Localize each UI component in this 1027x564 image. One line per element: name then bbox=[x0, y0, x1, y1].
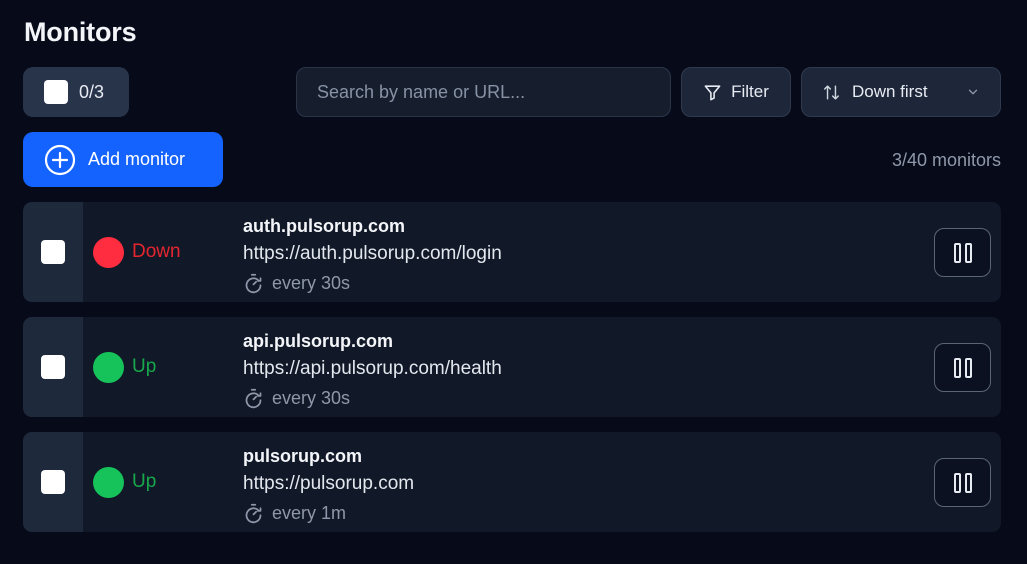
status-label: Up bbox=[132, 356, 157, 377]
selected-count: 0/3 bbox=[79, 81, 105, 102]
row-select-cell bbox=[23, 317, 83, 417]
interval-label: every 1m bbox=[272, 503, 347, 523]
pause-icon bbox=[952, 242, 974, 263]
page-title: Monitors bbox=[24, 17, 137, 47]
row-checkbox[interactable] bbox=[41, 470, 65, 494]
add-monitor-label: Add monitor bbox=[88, 149, 186, 169]
sort-select[interactable]: Down first bbox=[801, 67, 1001, 117]
monitor-url: https://api.pulsorup.com/health bbox=[243, 358, 502, 379]
monitor-name: pulsorup.com bbox=[243, 446, 363, 466]
monitor-info: pulsorup.com https://pulsorup.com every … bbox=[243, 443, 414, 527]
timer-icon bbox=[243, 273, 264, 294]
status-up-dot bbox=[93, 466, 124, 498]
monitors-count: 3/40 monitors bbox=[891, 150, 1001, 170]
pause-button[interactable] bbox=[934, 343, 991, 392]
status-up-dot bbox=[93, 351, 124, 383]
status-badge: Down bbox=[93, 202, 181, 302]
filter-label: Filter bbox=[731, 82, 769, 101]
monitor-interval: every 1m bbox=[243, 499, 414, 527]
row-select-cell bbox=[23, 202, 83, 302]
timer-icon bbox=[243, 503, 264, 524]
sort-arrows-icon bbox=[822, 83, 841, 102]
monitor-row[interactable]: Down auth.pulsorup.com https://auth.puls… bbox=[23, 202, 1001, 302]
pause-button[interactable] bbox=[934, 228, 991, 277]
monitor-url: https://pulsorup.com bbox=[243, 473, 415, 494]
sort-label: Down first bbox=[852, 82, 928, 101]
filter-icon bbox=[703, 83, 722, 102]
status-label: Down bbox=[132, 241, 181, 262]
status-label: Up bbox=[132, 471, 157, 492]
monitor-row[interactable]: Up pulsorup.com https://pulsorup.com eve… bbox=[23, 432, 1001, 532]
search-box bbox=[296, 67, 671, 117]
filter-button[interactable]: Filter bbox=[681, 67, 791, 117]
row-checkbox[interactable] bbox=[41, 355, 65, 379]
monitor-interval: every 30s bbox=[243, 384, 502, 412]
status-badge: Up bbox=[93, 317, 156, 417]
pause-button[interactable] bbox=[934, 458, 991, 507]
plus-circle-icon bbox=[44, 144, 76, 176]
chevron-down-icon bbox=[966, 85, 980, 99]
timer-icon bbox=[243, 388, 264, 409]
monitor-name: auth.pulsorup.com bbox=[243, 216, 405, 236]
pause-icon bbox=[952, 357, 974, 378]
pause-icon bbox=[952, 472, 974, 493]
add-monitor-button[interactable]: Add monitor bbox=[23, 132, 223, 187]
interval-label: every 30s bbox=[272, 388, 351, 408]
search-input[interactable] bbox=[317, 81, 650, 103]
row-select-cell bbox=[23, 432, 83, 532]
status-down-dot bbox=[93, 236, 124, 268]
monitor-interval: every 30s bbox=[243, 269, 502, 297]
monitor-url: https://auth.pulsorup.com/login bbox=[243, 243, 502, 264]
select-all-button[interactable]: 0/3 bbox=[23, 67, 129, 117]
interval-label: every 30s bbox=[272, 273, 351, 293]
monitors-page: Monitors 0/3 Filter Down first bbox=[0, 0, 1027, 564]
monitor-info: auth.pulsorup.com https://auth.pulsorup.… bbox=[243, 213, 502, 297]
monitor-info: api.pulsorup.com https://api.pulsorup.co… bbox=[243, 328, 502, 412]
select-all-checkbox[interactable] bbox=[44, 80, 68, 104]
row-checkbox[interactable] bbox=[41, 240, 65, 264]
status-badge: Up bbox=[93, 432, 156, 532]
monitor-name: api.pulsorup.com bbox=[243, 331, 394, 351]
monitor-row[interactable]: Up api.pulsorup.com https://api.pulsorup… bbox=[23, 317, 1001, 417]
